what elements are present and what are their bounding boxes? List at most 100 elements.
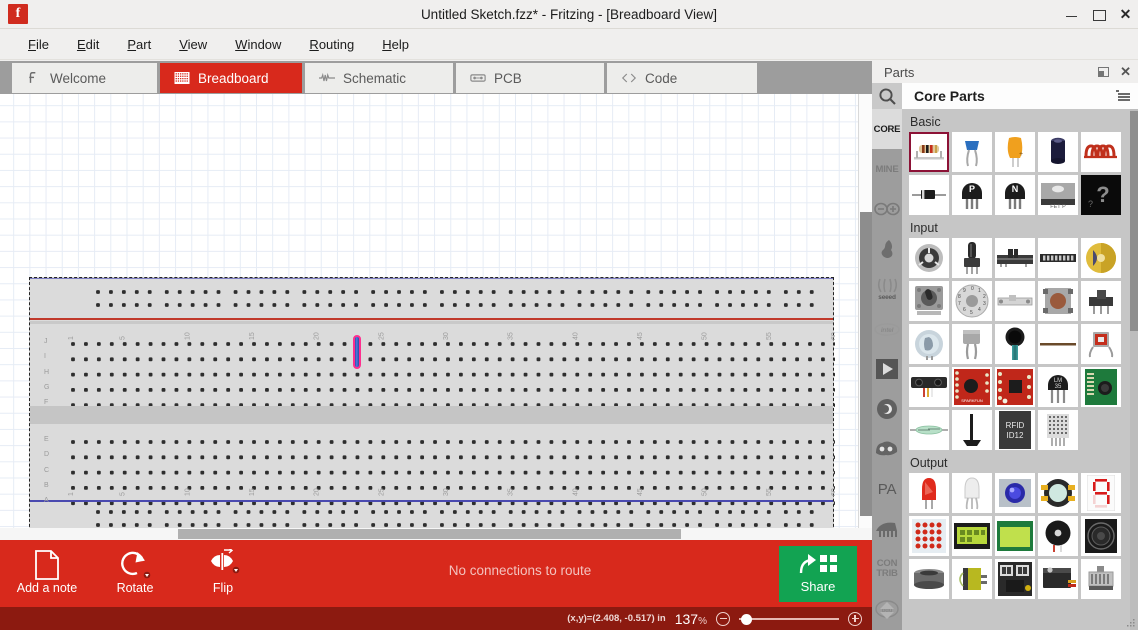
part-red-led[interactable] (909, 473, 949, 513)
breadboard-canvas[interactable]: fritzing onnect www .com 151015202530354… (0, 94, 872, 538)
tab-code[interactable]: Code (607, 63, 757, 93)
part-microphone[interactable] (952, 324, 992, 364)
minimize-icon[interactable] (1065, 8, 1078, 21)
part-npn-transistor[interactable]: N (995, 175, 1035, 215)
menu-help[interactable]: Help (368, 33, 423, 56)
menu-file[interactable]: File (14, 33, 63, 56)
part-inductor[interactable] (1081, 132, 1121, 172)
scrollbar-thumb[interactable] (178, 529, 681, 539)
parts-vertical-scrollbar[interactable] (1130, 109, 1138, 630)
sidebar-item-mine[interactable]: MINE (872, 149, 902, 189)
part-slide-switch[interactable] (995, 281, 1035, 321)
selected-jumper-wire[interactable] (353, 335, 361, 369)
part-led-matrix[interactable] (909, 516, 949, 556)
part-motor-driver-board[interactable] (995, 559, 1035, 599)
scroll-down-arrow-icon[interactable] (880, 611, 894, 619)
maximize-icon[interactable] (1092, 8, 1106, 21)
part-reed-switch[interactable] (909, 410, 949, 450)
part-rotary-encoder[interactable] (1081, 238, 1121, 278)
part-antenna[interactable] (952, 410, 992, 450)
part-resistor[interactable] (909, 132, 949, 172)
part-tilt-sensor[interactable] (909, 324, 949, 364)
part-trimmer-potentiometer[interactable] (909, 238, 949, 278)
part-seven-segment-display[interactable] (1081, 473, 1121, 513)
zoom-slider[interactable] (739, 612, 839, 626)
undock-icon[interactable] (1098, 67, 1110, 77)
part-rfid-reader[interactable]: RFID ID12 (995, 410, 1035, 450)
sidebar-item-parallax[interactable] (872, 429, 902, 469)
part-accelerometer-breakout[interactable]: SPARKFUN (952, 367, 992, 407)
full-size-breadboard[interactable]: 1 5 10 15 20 25 30 35 40 45 50 55 60 1 5 10 15 20 25 30 35 4… (29, 277, 835, 537)
close-icon[interactable]: ✕ (1120, 65, 1131, 78)
part-dc-motor[interactable] (952, 559, 992, 599)
search-input[interactable] (872, 83, 902, 109)
menu-view[interactable]: View (165, 33, 221, 56)
part-ir-proximity-sensor[interactable] (909, 367, 949, 407)
part-unknown-part[interactable]: ?? (1081, 175, 1121, 215)
sidebar-item-seeed[interactable]: seeed (872, 269, 902, 309)
part-lm35-temperature-sensor[interactable]: LM 35 (1038, 367, 1078, 407)
sidebar-item-core[interactable]: CORE (872, 109, 902, 149)
part-clear-led[interactable] (952, 473, 992, 513)
part-flex-sensor[interactable] (1038, 324, 1078, 364)
zoom-in-circle-icon[interactable] (848, 611, 862, 626)
part-pnp-transistor[interactable]: P (952, 175, 992, 215)
scrollbar-thumb[interactable] (860, 212, 872, 516)
part-piezo-buzzer[interactable] (1038, 516, 1078, 556)
part-character-lcd[interactable] (952, 516, 992, 556)
part-toggle-switch[interactable] (909, 281, 949, 321)
menu-routing[interactable]: Routing (295, 33, 368, 56)
part-ceramic-capacitor[interactable] (952, 132, 992, 172)
part-servo-motor[interactable] (1038, 559, 1078, 599)
slider-knob[interactable] (741, 613, 752, 625)
sidebar-item-contrib[interactable]: CON TRIB (872, 549, 902, 589)
scroll-up-arrow-icon[interactable] (880, 601, 894, 609)
menu-edit[interactable]: Edit (63, 33, 113, 56)
tab-pcb[interactable]: PCB (456, 63, 604, 93)
part-mosfet[interactable]: FET P (1038, 175, 1078, 215)
share-button[interactable]: Share (779, 546, 857, 602)
part-rotary-dial[interactable]: 0123456789 (952, 281, 992, 321)
hamburger-menu-icon[interactable] (1116, 89, 1132, 103)
scrollbar-thumb[interactable] (1130, 111, 1138, 331)
sidebar-item-piano[interactable] (872, 509, 902, 549)
part-force-sensor[interactable] (995, 324, 1035, 364)
part-gyro-breakout[interactable] (995, 367, 1035, 407)
part-dip-switch[interactable] (1038, 238, 1078, 278)
menu-part[interactable]: Part (113, 33, 165, 56)
rotate-button[interactable]: Rotate (96, 548, 174, 602)
sidebar-item-play[interactable] (872, 349, 902, 389)
sidebar-item-intel[interactable]: intel (872, 309, 902, 349)
menu-window[interactable]: Window (221, 33, 295, 56)
part-stepper-motor[interactable] (1081, 559, 1121, 599)
canvas-vertical-scrollbar[interactable] (858, 94, 872, 538)
add-a-note-button[interactable]: Add a note (8, 548, 86, 602)
resize-grip-icon[interactable] (1126, 618, 1136, 628)
zoom-out-circle-icon[interactable] (716, 611, 730, 626)
tab-breadboard[interactable]: Breadboard (160, 63, 302, 93)
part-electrolytic-capacitor[interactable]: + (995, 132, 1035, 172)
part-polarized-capacitor[interactable] (1038, 132, 1078, 172)
part-tactile-pushbutton[interactable] (1038, 281, 1078, 321)
sidebar-item-snootlab[interactable] (872, 389, 902, 429)
part-slide-potentiometer[interactable] (995, 238, 1035, 278)
part-photo-module[interactable] (1081, 324, 1121, 364)
sidebar-item-pa[interactable]: PA (872, 469, 902, 509)
tab-welcome[interactable]: Welcome (12, 63, 157, 93)
parts-scroll-area[interactable]: Basic + P N FET P?? Input 0 1 2 3 4 5 6 7 8 9 SPARKFUN LM… (902, 109, 1138, 630)
part-rotary-potentiometer[interactable] (952, 238, 992, 278)
tab-schematic[interactable]: Schematic (305, 63, 453, 93)
part-graphic-lcd[interactable] (995, 516, 1035, 556)
sidebar-item-sparkfun[interactable] (872, 229, 902, 269)
part-green-sensor-board[interactable] (1081, 367, 1121, 407)
sidebar-item-arduino[interactable] (872, 189, 902, 229)
part-vibration-motor[interactable] (909, 559, 949, 599)
flip-button[interactable]: Flip (184, 548, 262, 602)
part-rgb-led-module[interactable] (995, 473, 1035, 513)
part-speaker[interactable] (1081, 516, 1121, 556)
part-diode[interactable] (909, 175, 949, 215)
canvas-horizontal-scrollbar[interactable] (0, 528, 872, 540)
part-humidity-sensor[interactable] (1038, 410, 1078, 450)
part-micro-switch[interactable] (1081, 281, 1121, 321)
close-icon[interactable]: ✕ (1119, 7, 1132, 21)
